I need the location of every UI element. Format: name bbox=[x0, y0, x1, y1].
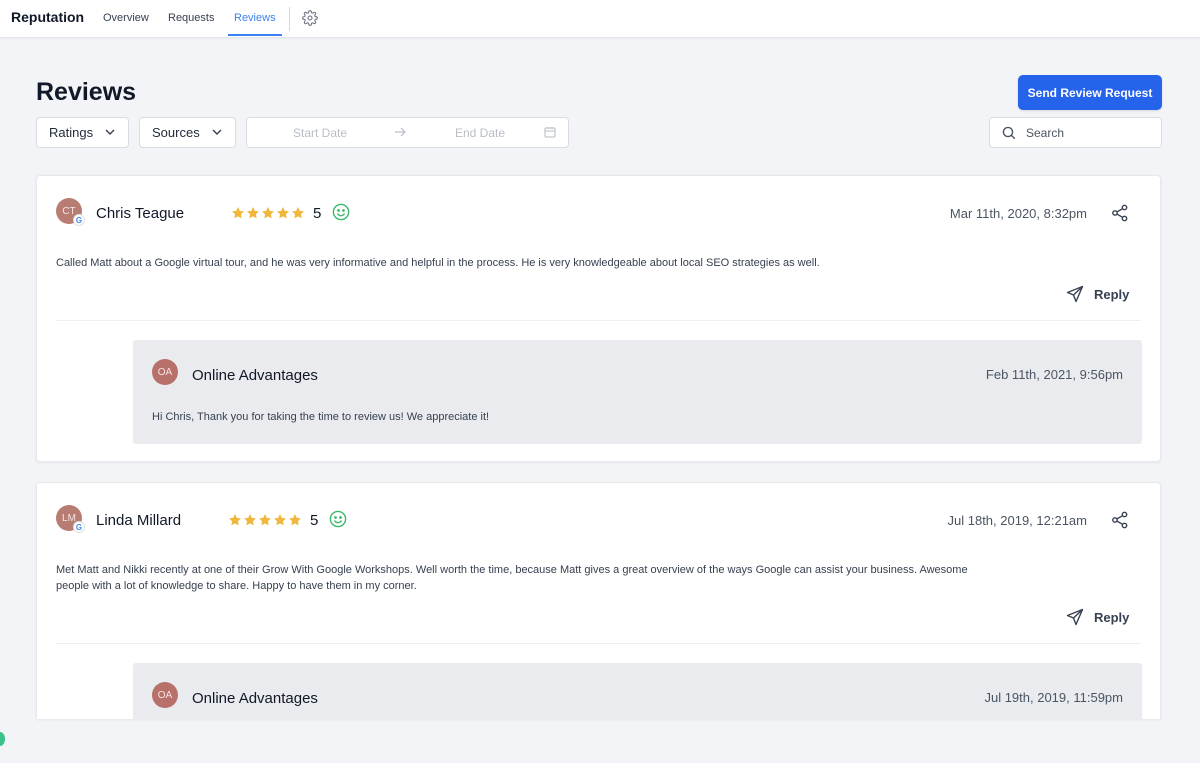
review-text-line: Met Matt and Nikki recently at one of th… bbox=[56, 564, 968, 576]
star-icon bbox=[244, 514, 256, 526]
card-divider bbox=[56, 643, 1141, 644]
rating-value: 5 bbox=[313, 205, 322, 222]
search-input[interactable] bbox=[1026, 123, 1152, 143]
google-icon: G bbox=[73, 521, 85, 533]
star-icon bbox=[229, 514, 241, 526]
smiley-icon bbox=[329, 510, 347, 528]
gear-icon[interactable] bbox=[302, 10, 318, 26]
avatar: OA bbox=[152, 682, 178, 708]
owner-response: OA Online Advantages Feb 11th, 2021, 9:5… bbox=[133, 340, 1142, 444]
search-box[interactable] bbox=[989, 117, 1162, 148]
reviewer-name: Chris Teague bbox=[96, 205, 185, 222]
review-text-line: people with a lot of knowledge to share.… bbox=[56, 580, 417, 592]
smiley-icon bbox=[332, 203, 350, 221]
start-date-field[interactable]: Start Date bbox=[293, 126, 347, 140]
review-card: CT G Chris Teague 5 Mar 11th, 2020, 8:32… bbox=[36, 175, 1161, 462]
reply-button[interactable]: Reply bbox=[1066, 608, 1129, 626]
star-rating bbox=[231, 206, 305, 220]
review-text: Met Matt and Nikki recently at one of th… bbox=[56, 562, 1066, 594]
arrow-right-icon bbox=[395, 127, 406, 137]
star-rating bbox=[228, 513, 302, 527]
tab-requests[interactable]: Requests bbox=[168, 12, 214, 24]
chevron-down-icon bbox=[212, 129, 222, 135]
response-date: Jul 19th, 2019, 11:59pm bbox=[984, 690, 1123, 705]
star-icon bbox=[247, 207, 259, 219]
star-icon bbox=[274, 514, 286, 526]
ratings-dropdown-label: Ratings bbox=[49, 125, 94, 140]
status-dot bbox=[0, 732, 5, 746]
star-icon bbox=[289, 514, 301, 526]
star-icon bbox=[232, 207, 244, 219]
send-icon bbox=[1066, 608, 1084, 626]
owner-response: OA Online Advantages Jul 19th, 2019, 11:… bbox=[133, 663, 1142, 719]
avatar: OA bbox=[152, 359, 178, 385]
sources-dropdown[interactable]: Sources bbox=[139, 117, 236, 148]
search-icon bbox=[1002, 126, 1016, 140]
calendar-icon bbox=[544, 127, 556, 138]
top-nav: Reputation Overview Requests Reviews bbox=[0, 0, 1200, 38]
response-date: Feb 11th, 2021, 9:56pm bbox=[985, 367, 1123, 382]
card-divider bbox=[56, 320, 1141, 321]
sources-dropdown-label: Sources bbox=[152, 125, 200, 140]
review-card: LM G Linda Millard 5 Jul 18th, 2019, 12:… bbox=[36, 482, 1161, 719]
star-icon bbox=[292, 207, 304, 219]
app-title: Reputation bbox=[11, 9, 85, 25]
responder-name: Online Advantages bbox=[192, 690, 318, 707]
review-date: Jul 18th, 2019, 12:21am bbox=[947, 513, 1088, 528]
share-icon[interactable] bbox=[1111, 511, 1129, 529]
tab-reviews[interactable]: Reviews bbox=[234, 12, 276, 24]
date-range-picker[interactable]: Start Date End Date bbox=[246, 117, 569, 148]
star-icon bbox=[277, 207, 289, 219]
reply-label: Reply bbox=[1094, 286, 1130, 302]
star-icon bbox=[259, 514, 271, 526]
reply-label: Reply bbox=[1094, 609, 1130, 625]
ratings-dropdown[interactable]: Ratings bbox=[36, 117, 129, 148]
page-title: Reviews bbox=[36, 78, 137, 106]
response-text: Hi Chris, Thank you for taking the time … bbox=[152, 411, 490, 423]
review-text: Called Matt about a Google virtual tour,… bbox=[56, 257, 820, 269]
google-icon: G bbox=[73, 214, 85, 226]
active-tab-indicator bbox=[228, 34, 282, 36]
responder-name: Online Advantages bbox=[192, 367, 318, 384]
rating-value: 5 bbox=[310, 512, 319, 529]
end-date-field[interactable]: End Date bbox=[455, 126, 505, 140]
nav-divider bbox=[289, 7, 290, 31]
star-icon bbox=[262, 207, 274, 219]
share-icon[interactable] bbox=[1111, 204, 1129, 222]
review-date: Mar 11th, 2020, 8:32pm bbox=[949, 206, 1087, 221]
reviewer-name: Linda Millard bbox=[96, 512, 182, 529]
tab-overview[interactable]: Overview bbox=[103, 12, 149, 24]
send-review-request-button[interactable]: Send Review Request bbox=[1018, 75, 1162, 110]
reply-button[interactable]: Reply bbox=[1066, 285, 1129, 303]
chevron-down-icon bbox=[105, 129, 115, 135]
send-icon bbox=[1066, 285, 1084, 303]
